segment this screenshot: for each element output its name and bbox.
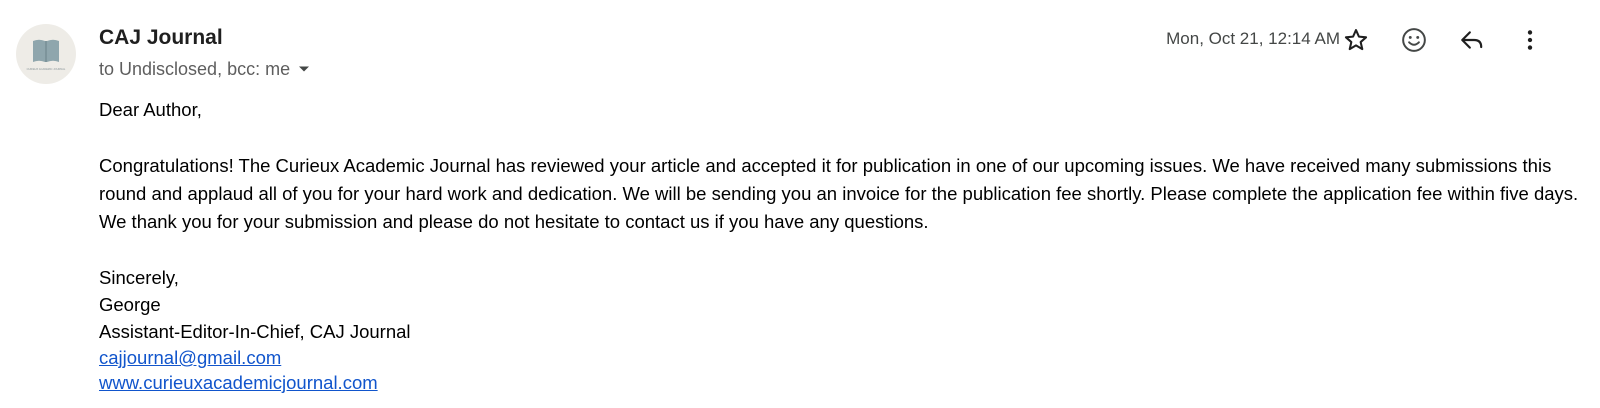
show-details-button[interactable] [292, 58, 316, 80]
star-icon [1344, 29, 1368, 51]
body-paragraph: Congratulations! The Curieux Academic Jo… [99, 155, 1579, 232]
emoji-reaction-icon [1402, 28, 1426, 52]
website-link[interactable]: www.curieuxacademicjournal.com [99, 372, 378, 393]
signer-name: George [99, 294, 161, 315]
add-reaction-button[interactable] [1394, 20, 1434, 60]
star-button[interactable] [1336, 20, 1376, 60]
dropdown-arrow-icon [299, 66, 310, 72]
sender-name[interactable]: CAJ Journal [99, 26, 223, 50]
greeting: Dear Author, [99, 99, 202, 120]
recipients-line: to Undisclosed, bcc: me [99, 58, 316, 80]
reply-icon [1461, 31, 1483, 49]
email-message: CURIEUX ACADEMIC JOURNAL CAJ Journal to … [0, 0, 1600, 408]
reply-button[interactable] [1452, 20, 1492, 60]
avatar-logo-text: CURIEUX ACADEMIC JOURNAL [27, 67, 66, 71]
open-book-icon: CURIEUX ACADEMIC JOURNAL [27, 39, 66, 71]
signoff: Sincerely, [99, 267, 179, 288]
email-body: Dear Author, Congratulations! The Curieu… [99, 96, 1579, 395]
more-options-button[interactable] [1510, 20, 1550, 60]
email-link[interactable]: cajjournal@gmail.com [99, 347, 281, 368]
recipients-text: to Undisclosed, bcc: me [99, 58, 291, 79]
email-timestamp: Mon, Oct 21, 12:14 AM [1166, 29, 1340, 48]
sender-avatar[interactable]: CURIEUX ACADEMIC JOURNAL [16, 24, 76, 84]
signer-title: Assistant-Editor-In-Chief, CAJ Journal [99, 321, 411, 342]
more-vert-icon [1527, 30, 1533, 50]
